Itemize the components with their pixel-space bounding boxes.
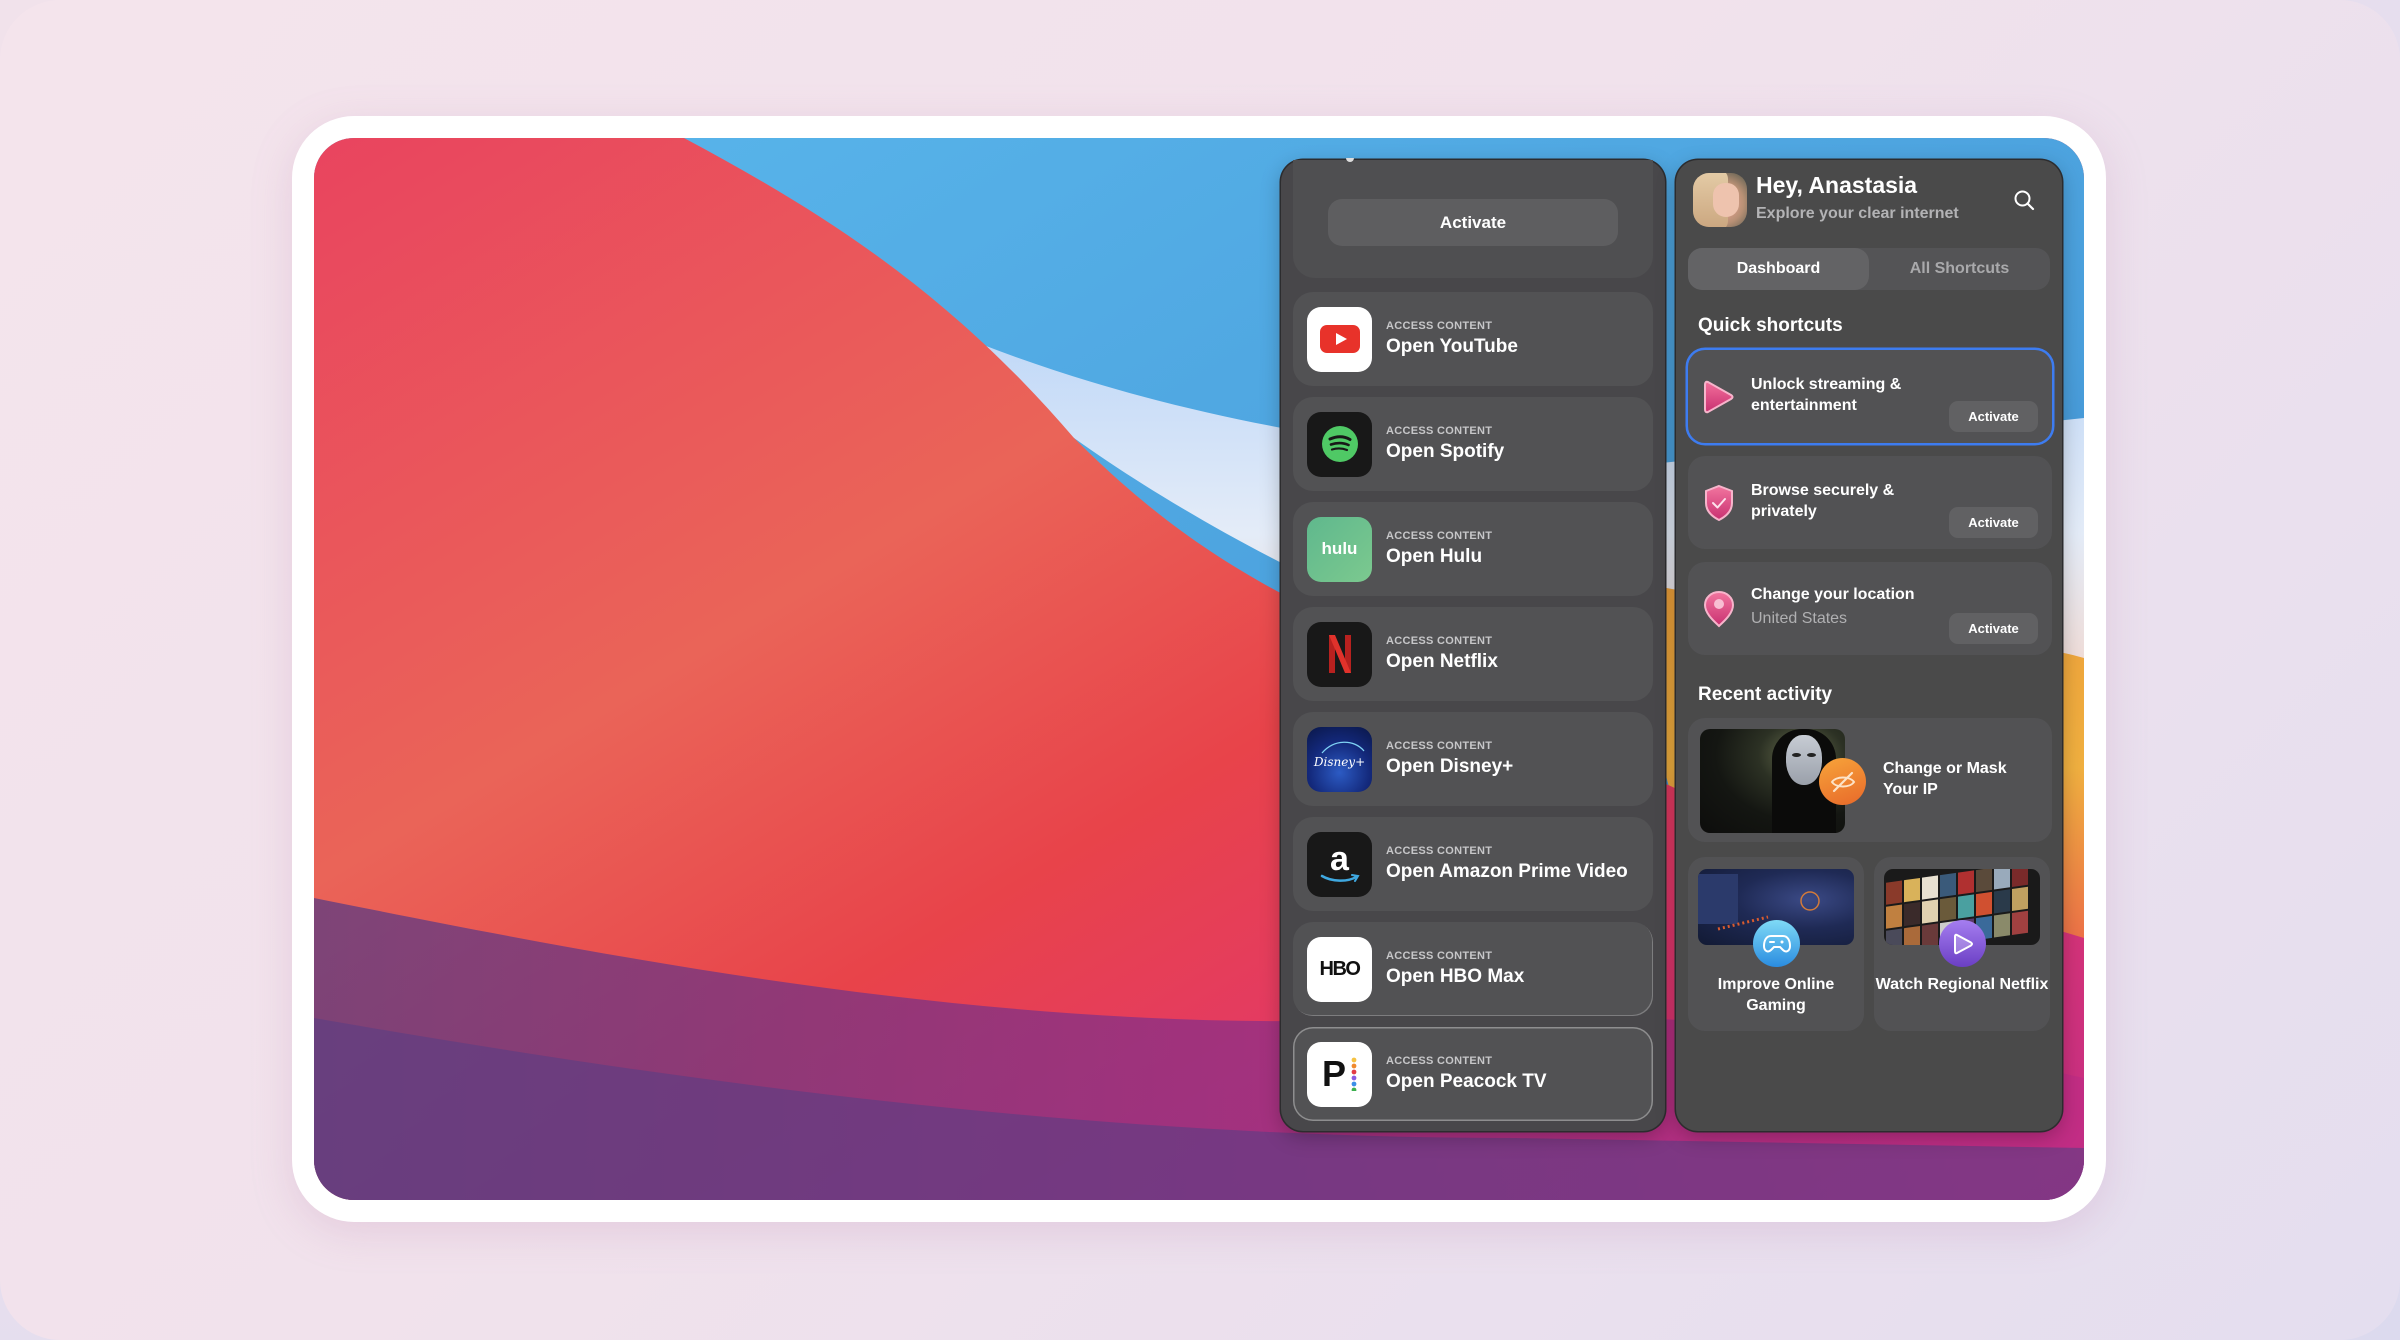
shortcut-change-location[interactable]: Change your location United States Activ… xyxy=(1688,562,2052,655)
greeting-title: Hey, Anastasia xyxy=(1756,172,1918,198)
app-item-hulu[interactable]: hulu ACCESS CONTENT Open Hulu xyxy=(1293,502,1653,596)
shortcut-browse-securely[interactable]: Browse securely & privately Activate xyxy=(1688,456,2052,549)
app-kicker: ACCESS CONTENT xyxy=(1386,530,1493,542)
tab-dashboard[interactable]: Dashboard xyxy=(1688,248,1869,290)
recent-title: Improve Online Gaming xyxy=(1717,976,1835,1014)
activate-card: Activate xyxy=(1293,158,1653,278)
shortcut-title: Change your location xyxy=(1751,586,1915,603)
hbo-logo-text: HBO xyxy=(1319,957,1361,980)
tab-all-shortcuts[interactable]: All Shortcuts xyxy=(1869,248,2050,290)
app-kicker: ACCESS CONTENT xyxy=(1386,1055,1493,1067)
mask-face xyxy=(1786,735,1822,785)
recent-item-regional-netflix[interactable]: Watch Regional Netflix xyxy=(1874,857,2050,1031)
netflix-icon xyxy=(1307,621,1372,687)
app-title: Open Hulu xyxy=(1386,546,1483,567)
app-kicker: ACCESS CONTENT xyxy=(1386,425,1493,437)
shortcut-subtitle: United States xyxy=(1751,610,1848,627)
app-item-peacock[interactable]: P ACCESS CONTENT Open Peacock TV xyxy=(1293,1027,1653,1121)
app-title: Open YouTube xyxy=(1386,336,1518,357)
recent-item-gaming[interactable]: Improve Online Gaming xyxy=(1688,857,1864,1031)
app-list: ACCESS CONTENT Open YouTube ACCESS CONTE… xyxy=(1293,292,1653,1132)
shortcut-title: Unlock streaming & entertainment xyxy=(1751,376,1902,414)
amazon-logo-text: a xyxy=(1330,840,1349,878)
recent-title: Watch Regional Netflix xyxy=(1875,976,2049,993)
app-kicker: ACCESS CONTENT xyxy=(1386,845,1493,857)
location-pin-icon xyxy=(1703,590,1735,628)
app-item-netflix[interactable]: ACCESS CONTENT Open Netflix xyxy=(1293,607,1653,701)
app-title: Open Disney+ xyxy=(1386,756,1514,777)
eye-off-badge xyxy=(1819,758,1866,805)
app-kicker: ACCESS CONTENT xyxy=(1386,950,1493,962)
app-item-amazon-prime[interactable]: a ACCESS CONTENT Open Amazon Prime Video xyxy=(1293,817,1653,911)
tab-bar: Dashboard All Shortcuts xyxy=(1688,248,2050,290)
app-item-hbo-max[interactable]: HBO ACCESS CONTENT Open HBO Max xyxy=(1293,922,1653,1016)
app-title: Open HBO Max xyxy=(1386,966,1525,987)
shortcut-unlock-streaming[interactable]: Unlock streaming & entertainment Activat… xyxy=(1688,350,2052,443)
recent-item-mask-ip[interactable]: Change or Mask Your IP xyxy=(1688,718,2052,842)
gamepad-badge xyxy=(1753,920,1800,967)
peacock-icon: P xyxy=(1307,1041,1372,1107)
dashboard-panel: Hey, Anastasia Explore your clear intern… xyxy=(1676,160,2062,1131)
amazon-prime-icon: a xyxy=(1307,831,1372,897)
avatar-face xyxy=(1713,183,1739,217)
app-item-spotify[interactable]: ACCESS CONTENT Open Spotify xyxy=(1293,397,1653,491)
recent-title: Change or Mask Your IP xyxy=(1883,760,2007,798)
play-badge xyxy=(1939,920,1986,967)
search-icon xyxy=(2014,190,2035,211)
greeting-subtitle: Explore your clear internet xyxy=(1756,205,1959,222)
activate-location-button[interactable]: Activate xyxy=(1949,613,2038,644)
hulu-logo-text: hulu xyxy=(1321,539,1358,558)
activate-streaming-button[interactable]: Activate xyxy=(1949,401,2038,432)
shortcut-title: Browse securely & privately xyxy=(1751,482,1895,520)
play-icon xyxy=(1704,380,1734,414)
shield-check-icon xyxy=(1705,484,1733,522)
app-item-disney-plus[interactable]: Disney+ ACCESS CONTENT Open Disney+ xyxy=(1293,712,1653,806)
youtube-icon xyxy=(1307,306,1372,372)
disney-logo-text: Disney+ xyxy=(1313,755,1366,769)
avatar[interactable] xyxy=(1693,173,1747,227)
play-icon xyxy=(1953,933,1973,954)
gamepad-icon xyxy=(1762,934,1791,952)
app-title: Open Netflix xyxy=(1386,651,1498,672)
recent-activity-heading: Recent activity xyxy=(1698,684,1833,705)
search-button[interactable] xyxy=(2009,185,2039,215)
app-shortcuts-panel: Activate ACCESS CONTENT Open YouTube ACC… xyxy=(1281,158,1665,1132)
eye-off-icon xyxy=(1830,771,1855,792)
activate-browse-button[interactable]: Activate xyxy=(1949,507,2038,538)
indicator-dot xyxy=(1346,158,1354,162)
disney-plus-icon: Disney+ xyxy=(1307,726,1372,792)
app-title: Open Peacock TV xyxy=(1386,1071,1547,1092)
quick-shortcuts-heading: Quick shortcuts xyxy=(1698,315,1843,336)
app-title: Open Amazon Prime Video xyxy=(1386,861,1628,882)
app-kicker: ACCESS CONTENT xyxy=(1386,635,1493,647)
app-title: Open Spotify xyxy=(1386,441,1505,462)
hbo-max-icon: HBO xyxy=(1307,936,1372,1002)
app-item-youtube[interactable]: ACCESS CONTENT Open YouTube xyxy=(1293,292,1653,386)
app-kicker: ACCESS CONTENT xyxy=(1386,740,1493,752)
peacock-logo-text: P xyxy=(1321,1053,1346,1094)
hulu-icon: hulu xyxy=(1307,516,1372,582)
activate-button[interactable]: Activate xyxy=(1328,199,1618,246)
app-kicker: ACCESS CONTENT xyxy=(1386,320,1493,332)
spotify-icon xyxy=(1307,411,1372,477)
